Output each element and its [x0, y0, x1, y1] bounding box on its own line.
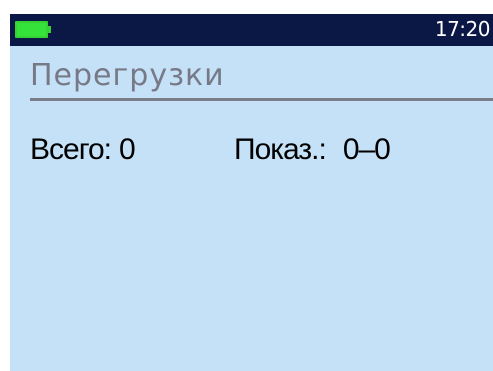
title-divider — [30, 98, 493, 101]
total-value: 0 — [119, 133, 136, 166]
battery-full-icon — [15, 21, 51, 38]
page-title: Перегрузки — [30, 58, 225, 93]
device-screen: 17:20 Перегрузки Всего: 0 Показ.: 0–0 — [10, 14, 493, 371]
clock: 17:20 — [434, 17, 491, 41]
battery-tip — [48, 26, 51, 33]
shown-label: Показ.: — [234, 133, 327, 166]
total-label: Всего: — [30, 133, 112, 166]
total-overloads: Всего: 0 — [30, 132, 136, 168]
battery-body — [15, 21, 48, 38]
shown-value: 0–0 — [342, 133, 391, 166]
overload-stats-row: Всего: 0 Показ.: 0–0 — [10, 132, 493, 172]
shown-overloads: Показ.: 0–0 — [234, 132, 391, 168]
status-bar: 17:20 — [10, 14, 493, 46]
